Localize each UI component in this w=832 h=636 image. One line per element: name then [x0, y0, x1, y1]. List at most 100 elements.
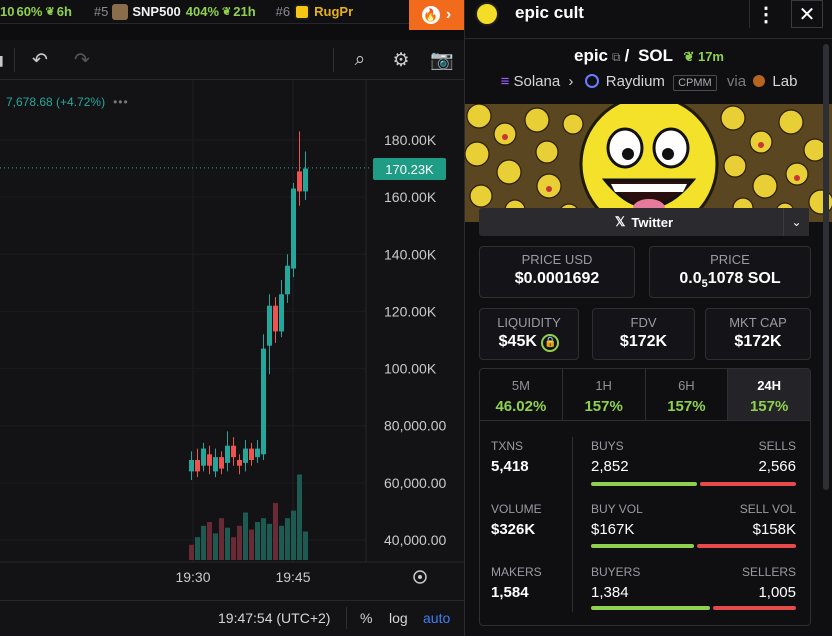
mcap-value: $172K	[734, 333, 782, 350]
lock-icon[interactable]: 🔒	[541, 334, 560, 352]
volume-bar	[267, 523, 272, 560]
sellers-value: 1,005	[758, 584, 796, 601]
token-avatar-icon	[112, 3, 129, 20]
auto-toggle[interactable]: auto	[423, 610, 450, 626]
quick-search-icon[interactable]: ⌕	[348, 48, 372, 72]
volume-bar	[303, 531, 308, 560]
candle-body	[225, 445, 230, 463]
chart-legend: 7,678.68 (+4.72%) •••	[6, 95, 129, 109]
more-menu-icon[interactable]: ⋮	[754, 0, 778, 28]
axis-settings-icon-dot	[418, 575, 422, 579]
pair-separator: /	[624, 46, 630, 65]
makers-label: MAKERS	[491, 565, 542, 579]
y-tick-label: 120.00K	[384, 303, 437, 319]
via-label: via	[726, 73, 747, 90]
volume-bar	[201, 525, 206, 560]
candle-body	[255, 448, 260, 458]
price-chart[interactable]: 180.00K 160.00K 140.00K 120.00K 100.00K 80,00…	[0, 80, 464, 600]
token-title: epic cult	[515, 3, 584, 22]
percent-toggle[interactable]: %	[360, 610, 372, 626]
volume-bar	[279, 525, 284, 560]
volume-bar	[261, 518, 266, 560]
panel-scrollbar[interactable]	[823, 44, 829, 490]
candle-body	[273, 305, 278, 332]
ticker-rank: #5	[93, 4, 109, 19]
ticker-item-2[interactable]: #5 SNP500 404% ❦ 21h	[93, 3, 256, 20]
toolbar-divider	[333, 48, 334, 72]
candle-body	[279, 294, 284, 332]
log-toggle[interactable]: log	[389, 610, 408, 626]
volume-bar	[195, 537, 200, 560]
x-tick-label: 19:30	[175, 569, 210, 585]
makers-value: 1,584	[491, 584, 529, 601]
stats-divider	[572, 437, 573, 612]
legend-value: 7,678.68 (+4.72%)	[6, 95, 106, 109]
dex-link[interactable]: Raydium	[606, 73, 665, 90]
volume-bar	[243, 512, 248, 560]
chart-toolbar: ▮ ↶ ↷ ⌕ ⚙ 📷	[0, 40, 464, 80]
volume-bar	[189, 544, 194, 560]
candle-body	[297, 171, 302, 192]
tab-5m[interactable]: 5M 46.02%	[480, 369, 563, 420]
sellers-bar	[713, 606, 796, 610]
status-divider	[346, 607, 347, 629]
ticker-item-1[interactable]: 10 60% ❦ 6h	[0, 4, 72, 19]
y-tick-label: 100.00K	[384, 361, 437, 377]
liquidity-amount: $45K	[498, 333, 537, 350]
copy-icon[interactable]: ⧉	[612, 50, 621, 64]
socials-dropdown[interactable]: ⌄	[783, 208, 809, 236]
interval-icon[interactable]: ▮	[0, 48, 12, 72]
ticker-change: 60%	[16, 4, 43, 19]
liquidity-label: LIQUIDITY	[497, 315, 561, 330]
candle-body	[285, 265, 290, 295]
chain-link[interactable]: Solana	[514, 73, 561, 90]
price-usd-value: $0.0001692	[514, 270, 600, 287]
candle-body	[201, 448, 206, 466]
volume-bar	[219, 518, 224, 560]
pair-base: epic	[574, 46, 609, 65]
candle-body	[267, 305, 272, 346]
tab-6h[interactable]: 6H 157%	[646, 369, 729, 420]
candle-body	[237, 460, 242, 466]
undo-icon[interactable]: ↶	[28, 48, 52, 72]
pair-age-value: 17m	[697, 49, 724, 64]
mcap-label: MKT CAP	[729, 315, 787, 330]
fdv-label: FDV	[630, 315, 657, 330]
price-usd-card: PRICE USD $0.0001692	[479, 246, 635, 298]
volume-bar	[249, 529, 254, 560]
twitter-button[interactable]: 𝕏 Twitter	[479, 208, 809, 236]
pool-type-tag: CPMM	[673, 75, 717, 91]
candle-body	[231, 445, 236, 458]
pair-row: epic ⧉ / SOL ❦ 17m	[465, 46, 832, 66]
gear-icon[interactable]: ⚙	[389, 48, 413, 72]
close-icon[interactable]: ✕	[791, 0, 823, 28]
sprout-icon: ❦	[222, 6, 232, 18]
liquidity-value: $45K 🔒	[480, 333, 578, 352]
fire-icon: 🔥	[421, 6, 440, 24]
redo-icon[interactable]: ↷	[70, 48, 94, 72]
volume-bar	[273, 503, 278, 560]
raydium-icon	[584, 74, 599, 88]
candle-body	[249, 448, 254, 460]
volume-bar	[207, 522, 212, 560]
launchpad-link[interactable]: Lab	[772, 73, 797, 90]
candle-body	[291, 188, 296, 269]
toolbar-divider	[14, 48, 15, 72]
y-tick-label: 40,000.00	[384, 532, 446, 548]
camera-icon[interactable]: 📷	[430, 48, 454, 72]
tab-1h[interactable]: 1H 157%	[563, 369, 646, 420]
sellers-label: SELLERS	[741, 565, 796, 579]
tab-change: 157%	[584, 398, 623, 415]
trending-button[interactable]: 🔥 ›	[409, 0, 464, 30]
clock-readout[interactable]: 19:47:54 (UTC+2)	[218, 610, 330, 626]
x-logo-icon: 𝕏	[614, 214, 626, 229]
price-sol-rest: 1078 SOL	[707, 270, 781, 287]
header-divider	[465, 38, 832, 39]
y-tick-label: 60,000.00	[384, 475, 446, 491]
y-tick-label: 80,000.00	[384, 418, 446, 434]
tab-24h[interactable]: 24H 157%	[728, 369, 810, 420]
chain-row: ≡ Solana › Raydium CPMM via Lab	[465, 73, 832, 91]
more-icon[interactable]: •••	[113, 95, 129, 109]
ticker-item-3[interactable]: #6 RugPr	[276, 3, 358, 20]
ticker-change: 404%	[185, 4, 220, 19]
